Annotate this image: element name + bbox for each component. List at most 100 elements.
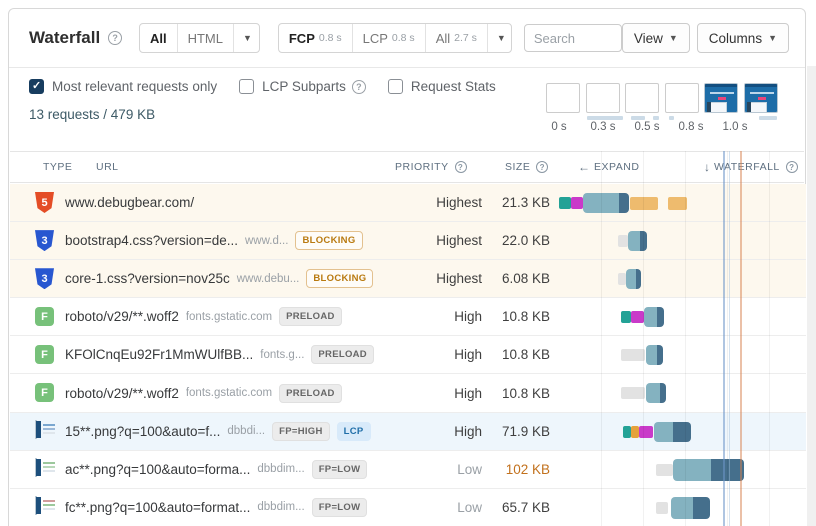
- waterfall-panel: Waterfall ? All HTML ▼ FCP 0.8 s LCP 0.8 s…: [8, 8, 806, 526]
- filmstrip-frame[interactable]: [744, 83, 778, 113]
- request-url: www.debugbear.com/: [65, 195, 195, 211]
- table-row[interactable]: 5 www.debugbear.com/Highest 21.3 KB: [10, 184, 806, 223]
- scrollbar-track[interactable]: [807, 66, 816, 526]
- url-cell: roboto/v29/**.woff2 fonts.gstatic.com PREL…: [65, 374, 365, 411]
- size-cell: 10.8 KB: [501, 309, 550, 325]
- table-row[interactable]: ac**.png?q=100&auto=forma... dbbdim... FP=…: [10, 450, 806, 489]
- toolbar-divider: [9, 67, 805, 68]
- metric-marker-line: [723, 151, 725, 526]
- filter-options: Most relevant requests only LCP Subparts…: [29, 79, 496, 94]
- waterfall-bar-segment: [571, 197, 583, 209]
- waterfall-bar-segment: [636, 269, 641, 290]
- page-title: Waterfall: [29, 28, 101, 47]
- request-type-filter-dropdown[interactable]: ▼: [232, 24, 259, 52]
- table-row[interactable]: fc**.png?q=100&auto=format... dbbdim... FP…: [10, 488, 806, 526]
- column-type: TYPE: [43, 161, 73, 173]
- type-icon-cell: 3: [35, 268, 54, 290]
- request-stats-checkbox[interactable]: Request Stats: [387, 79, 496, 94]
- image-preview-icon: [35, 457, 55, 477]
- metric-range-filter: FCP 0.8 s LCP 0.8 s All 2.7 s ▼: [277, 23, 512, 53]
- size-cell: 71.9 KB: [501, 423, 550, 439]
- lcp-subparts-checkbox[interactable]: LCP Subparts ?: [239, 79, 366, 94]
- filmstrip-frame[interactable]: [664, 83, 699, 113]
- checkbox-icon: [387, 79, 403, 94]
- filter-all-requests[interactable]: All: [140, 24, 177, 52]
- priority-help-icon[interactable]: ?: [454, 161, 467, 173]
- filter-fcp[interactable]: FCP 0.8 s: [279, 24, 352, 52]
- view-button[interactable]: View ▼: [621, 23, 690, 53]
- filter-lcp[interactable]: LCP 0.8 s: [351, 24, 425, 52]
- request-domain: dbbdim...: [257, 501, 305, 514]
- checkbox-icon: [239, 79, 255, 94]
- request-domain: fonts.gstatic.com: [185, 387, 273, 400]
- url-cell: bootstrap4.css?version=de... www.d... BLOC…: [65, 222, 365, 259]
- type-icon-cell: F: [35, 382, 54, 403]
- waterfall-bar-segment: [673, 421, 691, 442]
- type-icon-cell: [35, 419, 55, 439]
- waterfall-bar-segment: [619, 193, 629, 213]
- filmstrip-frame[interactable]: [625, 83, 660, 113]
- filter-all-time[interactable]: All 2.7 s: [424, 24, 487, 52]
- toolbar: Waterfall ? All HTML ▼ FCP 0.8 s LCP 0.8 s…: [9, 9, 805, 67]
- table-row[interactable]: Froboto/v29/**.woff2 fonts.gstatic.com PRE…: [10, 298, 806, 337]
- column-priority[interactable]: PRIORITY?: [395, 152, 467, 182]
- url-cell: www.debugbear.com/: [65, 184, 365, 221]
- waterfall-bar-segment: [660, 383, 666, 404]
- checkbox-checked-icon: [29, 79, 44, 94]
- most-relevant-checkbox[interactable]: Most relevant requests only: [29, 79, 217, 94]
- waterfall-bar-segment: [639, 425, 653, 438]
- font-file-icon: F: [35, 307, 54, 327]
- url-cell: roboto/v29/**.woff2 fonts.gstatic.com PREL…: [65, 298, 365, 335]
- chevron-down-icon: ▼: [668, 33, 678, 43]
- size-cell: 6.08 KB: [501, 271, 550, 287]
- table-row[interactable]: F KFOlCnqEu92Fr1MmWUlfBB... fonts.g... PREL…: [10, 336, 806, 375]
- font-file-icon: F: [35, 345, 54, 365]
- waterfall-bar-segment: [618, 273, 626, 286]
- url-cell: 15**.png?q=100&auto=f... dbbdi... FP=HIGH L…: [65, 413, 371, 450]
- filmstrip-frame[interactable]: [704, 83, 739, 113]
- filter-html-requests[interactable]: HTML: [176, 24, 233, 52]
- request-type-filter: All HTML ▼: [138, 23, 260, 53]
- table-row[interactable]: 3 core-1.css?version=nov25c www.debu... BLO…: [10, 260, 806, 299]
- css-file-icon: 3: [35, 268, 54, 290]
- filmstrip-time-label: 0 s: [551, 121, 567, 133]
- waterfall-sort-help-icon[interactable]: ?: [785, 161, 798, 173]
- url-cell: core-1.css?version=nov25c www.debu... BLOC…: [65, 260, 374, 297]
- column-size[interactable]: SIZE?: [505, 152, 549, 182]
- search-input[interactable]: [523, 24, 622, 52]
- filmstrip-time-label: 0.8 s: [678, 121, 704, 133]
- size-cell: 10.8 KB: [501, 385, 550, 401]
- filmstrip-mini-bar: [759, 116, 777, 120]
- waterfall-bar-segment: [654, 421, 673, 442]
- waterfall-bar-segment: [618, 235, 628, 248]
- filmstrip-frame[interactable]: [585, 83, 620, 113]
- waterfall-bar-segment: [631, 425, 639, 438]
- request-url: ac**.png?q=100&auto=forma...: [65, 461, 251, 477]
- chevron-down-icon: ▼: [768, 33, 777, 43]
- font-file-icon: F: [35, 383, 54, 403]
- filmstrip-mini-bar: [631, 116, 645, 120]
- lcp-subparts-help-icon[interactable]: ?: [351, 79, 366, 94]
- size-cell: 21.3 KB: [501, 195, 550, 211]
- waterfall-bar-segment: [646, 345, 657, 366]
- column-waterfall[interactable]: ↓ WATERFALL ?: [704, 152, 798, 182]
- columns-button[interactable]: Columns ▼: [696, 23, 789, 53]
- waterfall-help-icon[interactable]: ?: [108, 31, 122, 45]
- waterfall-bar-segment: [626, 269, 636, 290]
- chevron-down-icon: ▼: [496, 33, 506, 43]
- waterfall-panel-page: Waterfall ? All HTML ▼ FCP 0.8 s LCP 0.8 s…: [0, 0, 816, 526]
- size-help-icon[interactable]: ?: [536, 161, 549, 173]
- image-preview-icon: [35, 495, 55, 515]
- table-row[interactable]: Froboto/v29/**.woff2 fonts.gstatic.com PRE…: [10, 374, 806, 413]
- expand-control[interactable]: ← EXPAND: [578, 152, 639, 182]
- arrow-down-icon: ↓: [704, 160, 710, 174]
- type-icon-cell: 5: [35, 192, 54, 213]
- waterfall-bar-segment: [657, 307, 664, 328]
- timeline-gridline: [601, 151, 602, 526]
- table-row[interactable]: 15**.png?q=100&auto=f... dbbdi... FP=HIGH L…: [10, 412, 806, 451]
- size-cell: 22.0 KB: [501, 233, 550, 249]
- waterfall-bar-segment: [621, 311, 631, 324]
- table-row[interactable]: 3 bootstrap4.css?version=de... www.d... BLO…: [10, 222, 806, 261]
- filmstrip-frame[interactable]: [546, 83, 580, 113]
- metric-filter-dropdown[interactable]: ▼: [486, 24, 511, 52]
